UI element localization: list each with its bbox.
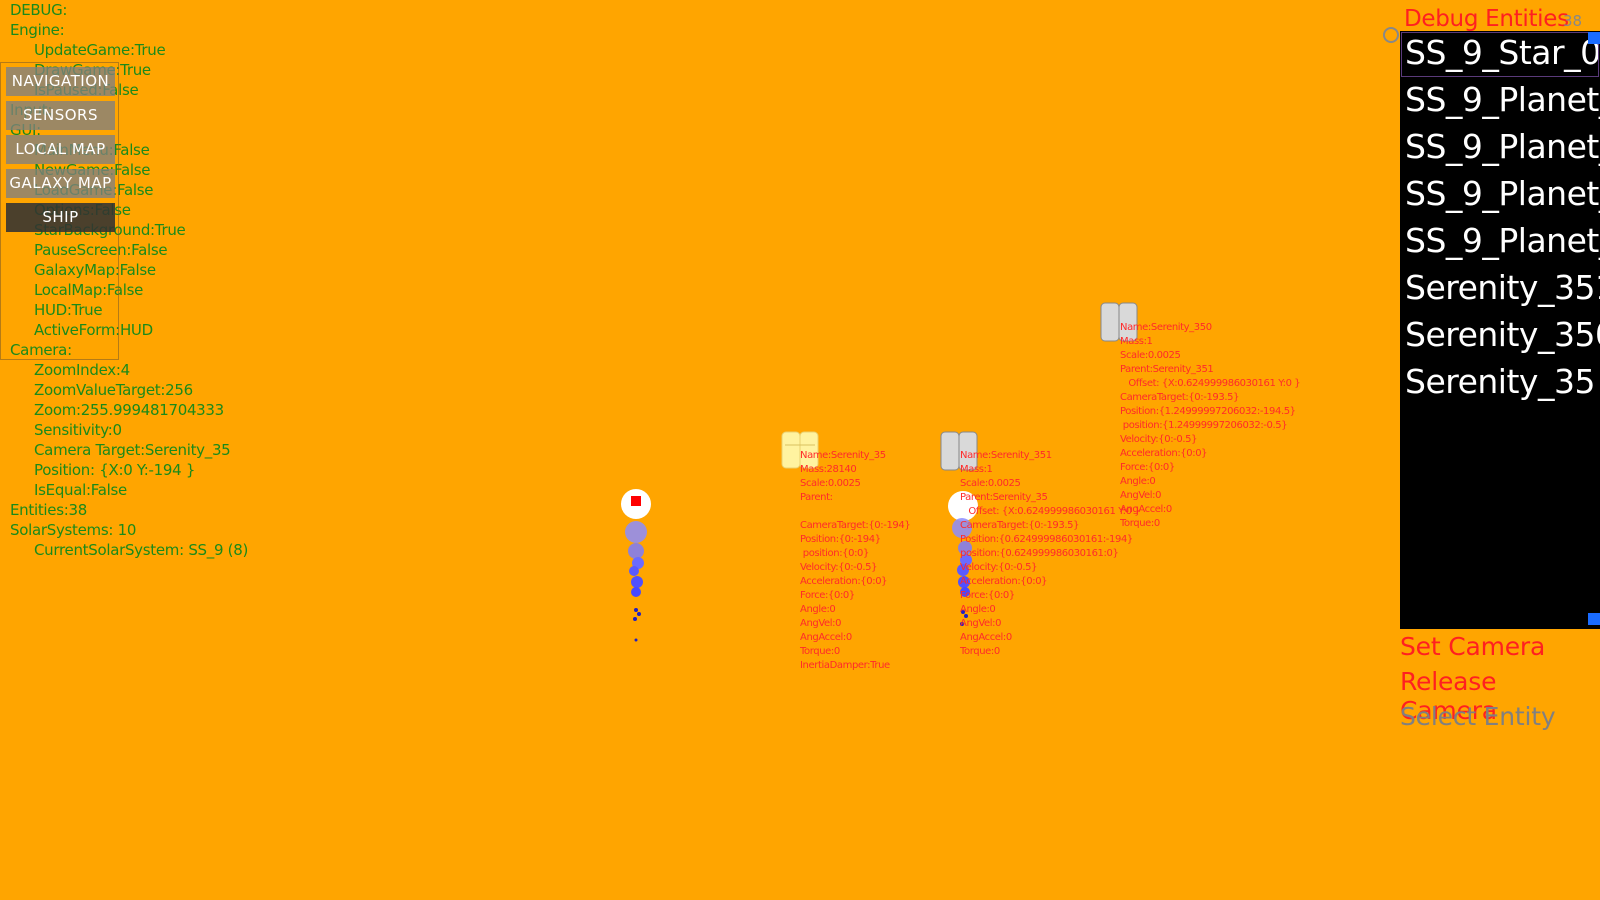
entity-list-item[interactable]: SS_9_Planet_3 <box>1400 78 1600 125</box>
entity-info-line: Velocity:{0:-0.5} <box>960 562 1038 573</box>
entity-info-line: AngAccel:0 <box>1120 504 1172 515</box>
entity-info-line: Force:{0:0} <box>960 590 1015 601</box>
entity-info-line: position:{0.624999986030161:0} <box>960 548 1119 559</box>
entity-info-line: Velocity:{0:-0.5} <box>800 562 878 573</box>
entity-info-line: Angle:0 <box>1120 476 1156 487</box>
entity-info-line: AngAccel:0 <box>800 632 852 643</box>
entity-info-line: CameraTarget:{0:-194} <box>800 520 911 531</box>
entity-info-line: Torque:0 <box>960 646 1000 657</box>
scrollbar-bottom-handle[interactable] <box>1588 613 1600 625</box>
entity-info-line: Offset: {X:0.624999986030161 Y:0 } <box>1120 378 1301 389</box>
entity-list-item[interactable]: Serenity_350 <box>1400 313 1600 360</box>
entity-info-line: Position:{0:-194} <box>800 534 881 545</box>
entity-info-line: Torque:0 <box>1120 518 1160 529</box>
entity-info-line: Parent: <box>800 492 833 503</box>
entity-list-item[interactable]: SS_9_Planet_1 <box>1400 172 1600 219</box>
scrollbar-top-handle[interactable] <box>1588 32 1600 44</box>
entity-info-line: Force:{0:0} <box>800 590 855 601</box>
entity-info-serenity-351: Name:Serenity_351 Mass:1 Scale:0.0025 Paren… <box>960 449 1141 659</box>
entity-info-line: Acceleration:{0:0} <box>800 576 888 587</box>
entity-list-item[interactable]: Serenity_35 <box>1400 360 1600 407</box>
entity-info-line: Name:Serenity_351 <box>960 450 1052 461</box>
entity-info-line: Velocity:{0:-0.5} <box>1120 434 1198 445</box>
debug-entities-title: Debug Entities <box>1404 6 1569 32</box>
entities-count: 38 <box>1563 12 1583 30</box>
entity-info-line: Position:{1.24999997206032:-194.5} <box>1120 406 1296 417</box>
entities-list[interactable]: SS_9_Star_0SS_9_Planet_3SS_9_Planet_5SS_… <box>1400 31 1600 629</box>
entity-list-item[interactable]: SS_9_Planet_2 <box>1400 219 1600 266</box>
entity-info-line: InertiaDamper:True <box>800 660 890 671</box>
select-entity-button[interactable]: Select Entity <box>1400 702 1556 731</box>
ship-marker-left[interactable] <box>621 489 651 519</box>
entity-info-line: Scale:0.0025 <box>1120 350 1181 361</box>
entity-info-line: Mass:1 <box>1120 336 1153 347</box>
entity-info-line: Name:Serenity_35 <box>800 450 886 461</box>
entity-info-line: Angle:0 <box>800 604 836 615</box>
entity-info-serenity-35: Name:Serenity_35 Mass:28140 Scale:0.0025 Pa… <box>800 449 911 673</box>
entity-list-item[interactable]: Serenity_351 <box>1400 266 1600 313</box>
entity-info-serenity-350: Name:Serenity_350 Mass:1 Scale:0.0025 Paren… <box>1120 321 1301 531</box>
entity-info-line: AngVel:0 <box>800 618 842 629</box>
entity-list-item[interactable]: SS_9_Planet_5 <box>1400 125 1600 172</box>
entity-info-line: Mass:28140 <box>800 464 857 475</box>
entity-info-line: AngAccel:0 <box>960 632 1012 643</box>
engine-trail-left <box>625 521 647 642</box>
set-camera-button[interactable]: Set Camera <box>1400 632 1545 661</box>
entity-list-item[interactable]: SS_9_Star_0 <box>1400 31 1600 78</box>
entity-info-line: Scale:0.0025 <box>800 478 861 489</box>
entity-info-line: position:{0:0} <box>800 548 870 559</box>
entity-info-line: Angle:0 <box>960 604 996 615</box>
entity-info-line: Position:{0.624999986030161:-194} <box>960 534 1133 545</box>
entity-info-line: CameraTarget:{0:-193.5} <box>960 520 1080 531</box>
entity-info-line: Name:Serenity_350 <box>1120 322 1212 333</box>
entity-info-line: Parent:Serenity_351 <box>1120 364 1214 375</box>
entity-info-line: CameraTarget:{0:-193.5} <box>1120 392 1240 403</box>
ship-core <box>631 496 641 506</box>
entity-info-line: Acceleration:{0:0} <box>960 576 1048 587</box>
entity-info-line: Scale:0.0025 <box>960 478 1021 489</box>
entity-info-line: Offset: {X:0.624999986030161 Y:0 } <box>960 506 1141 517</box>
entity-info-line: AngVel:0 <box>1120 490 1162 501</box>
entity-info-line: AngVel:0 <box>960 618 1002 629</box>
close-circle-icon[interactable] <box>1383 27 1399 43</box>
entity-info-line: Torque:0 <box>800 646 840 657</box>
entity-info-line <box>800 505 910 519</box>
entity-info-line: position:{1.24999997206032:-0.5} <box>1120 420 1288 431</box>
entity-info-line: Parent:Serenity_35 <box>960 492 1048 503</box>
entity-info-line: Force:{0:0} <box>1120 462 1175 473</box>
entity-info-line: Acceleration:{0:0} <box>1120 448 1208 459</box>
entity-info-line: Mass:1 <box>960 464 993 475</box>
